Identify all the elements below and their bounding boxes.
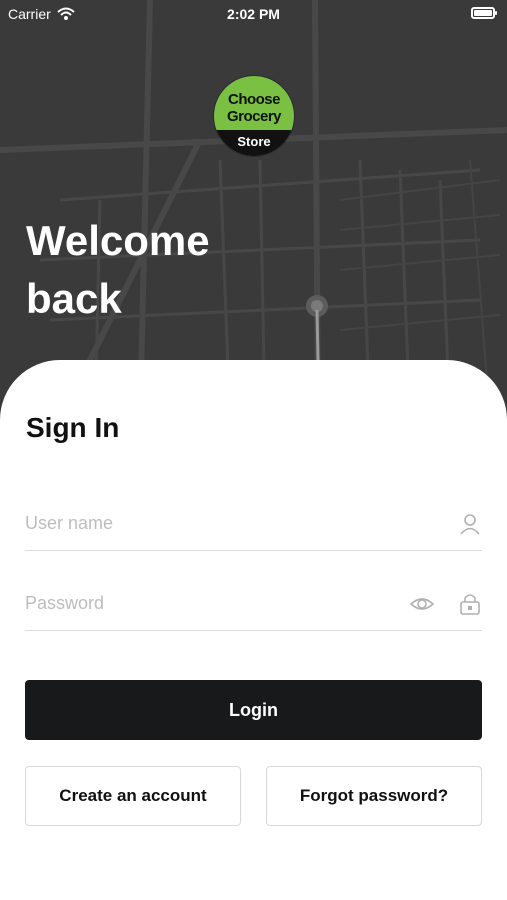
status-time: 2:02 PM [227, 6, 280, 22]
battery-icon [471, 7, 497, 19]
sign-in-title: Sign In [26, 412, 120, 443]
password-input[interactable] [25, 578, 405, 628]
logo-line-3: Store [237, 134, 271, 149]
username-input[interactable] [25, 498, 405, 548]
username-field [25, 498, 482, 551]
logo-line-2: Grocery [226, 108, 282, 125]
hero-background [0, 0, 507, 420]
user-icon [460, 514, 480, 535]
create-account-button[interactable]: Create an account [25, 766, 241, 826]
eye-icon[interactable] [410, 592, 434, 616]
logo-line-1: Choose [227, 91, 281, 108]
lock-icon [460, 594, 480, 615]
app-logo: Choose Grocery Store [214, 76, 294, 156]
map-background [0, 0, 507, 420]
login-button[interactable]: Login [25, 680, 482, 740]
welcome-heading: Welcome back [26, 212, 286, 328]
forgot-password-button[interactable]: Forgot password? [266, 766, 482, 826]
password-field [25, 578, 482, 631]
welcome-line-2: back [26, 275, 122, 322]
status-bar: Carrier 2:02 PM [0, 0, 507, 28]
welcome-line-1: Welcome [26, 217, 210, 264]
